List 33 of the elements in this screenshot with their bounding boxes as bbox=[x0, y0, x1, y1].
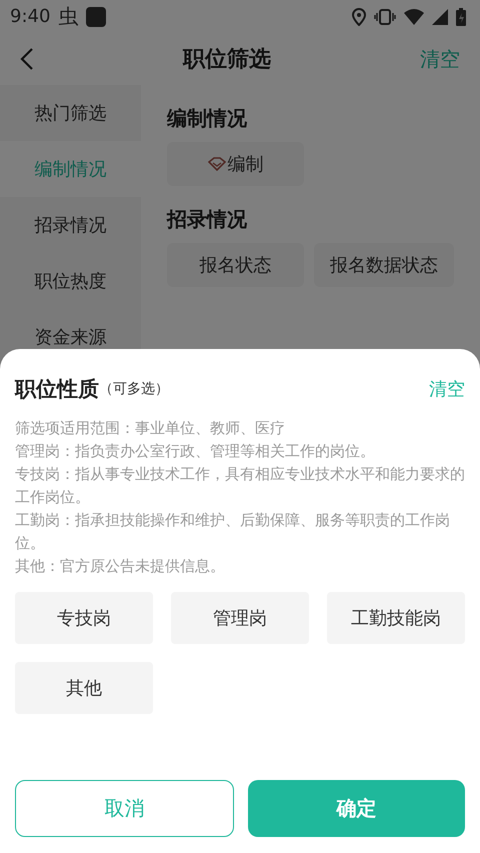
status-time: 9:40 bbox=[10, 6, 50, 27]
page-title: 职位筛选 bbox=[183, 46, 271, 74]
description-text: 管理岗：指负责办公室行政、管理等相关工作的岗位。 bbox=[15, 441, 376, 462]
confirm-button[interactable]: 确定 bbox=[248, 780, 465, 837]
section-title: 招录情况 bbox=[167, 206, 248, 233]
battery-icon bbox=[456, 8, 466, 26]
description-text: 其他：官方原公告未提供信息。 bbox=[15, 556, 226, 577]
vibrate-icon bbox=[374, 8, 396, 24]
sidebar-item[interactable]: 热门筛选 bbox=[0, 85, 141, 141]
sidebar-item[interactable]: 职位热度 bbox=[0, 253, 141, 309]
multi-select-hint: （可多选） bbox=[99, 380, 169, 398]
filter-chip[interactable]: 报名数据状态 bbox=[314, 243, 454, 287]
signal-icon bbox=[432, 8, 448, 24]
sidebar-item[interactable]: 招录情况 bbox=[0, 197, 141, 253]
section-title: 编制情况 bbox=[167, 105, 248, 132]
option-chip[interactable]: 管理岗 bbox=[171, 592, 309, 644]
description-text: 专技岗：指从事专业技术工作，具有相应专业技术水平和能力要求的工作岗位。 bbox=[15, 464, 465, 508]
clear-link[interactable]: 清空 bbox=[429, 377, 465, 401]
app-glyph: 虫 bbox=[58, 3, 78, 30]
gem-icon bbox=[208, 157, 226, 171]
sheet-title: 职位性质 bbox=[15, 376, 99, 403]
wifi-icon bbox=[404, 8, 424, 24]
back-icon[interactable] bbox=[20, 47, 34, 71]
location-icon bbox=[352, 8, 366, 26]
option-chip[interactable]: 工勤技能岗 bbox=[327, 592, 465, 644]
app-square-icon bbox=[86, 6, 106, 26]
option-chip[interactable]: 专技岗 bbox=[15, 592, 153, 644]
filter-chip[interactable]: 报名状态 bbox=[167, 243, 304, 287]
filter-chip[interactable]: 编制 bbox=[167, 142, 304, 186]
cancel-button[interactable]: 取消 bbox=[15, 780, 234, 837]
description-text: 筛选项适用范围：事业单位、教师、医疗 bbox=[15, 418, 286, 439]
description-text: 工勤岗：指承担技能操作和维护、后勤保障、服务等职责的工作岗位。 bbox=[15, 510, 451, 554]
option-chip[interactable]: 其他 bbox=[15, 662, 153, 714]
